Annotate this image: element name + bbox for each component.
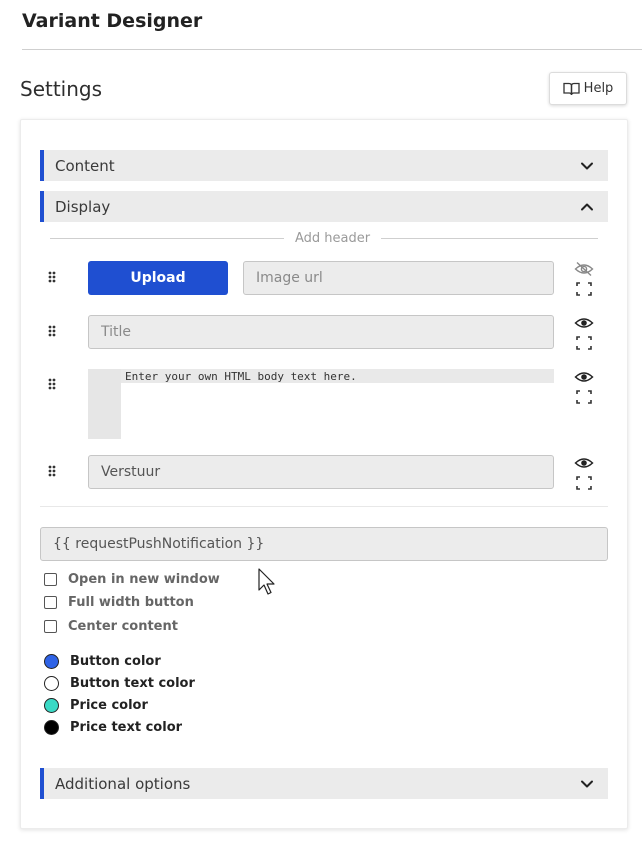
display-accordion-header[interactable]: Display [40, 191, 608, 222]
image-url-input[interactable] [243, 261, 554, 295]
button-text-input[interactable] [88, 455, 554, 489]
button-text-color-swatch[interactable] [44, 676, 59, 691]
button-color-label: Button color [70, 654, 161, 669]
center-content-label: Center content [68, 619, 178, 634]
price-text-color-label: Price text color [70, 720, 183, 735]
add-header-line-right [381, 238, 598, 239]
display-accordion-label: Display [55, 197, 111, 216]
full-width-button-checkbox[interactable] [44, 596, 57, 609]
section-divider [40, 506, 608, 507]
chevron-up-icon [581, 203, 593, 210]
drag-handle-icon[interactable] [48, 378, 56, 390]
html-body-editor[interactable]: Enter your own HTML body text here. [88, 369, 554, 439]
drag-handle-icon[interactable] [48, 325, 56, 337]
drag-handle-icon[interactable] [48, 465, 56, 477]
content-accordion-header[interactable]: Content [40, 150, 608, 181]
fullscreen-icon[interactable] [574, 475, 594, 491]
open-new-window-option[interactable]: Open in new window [44, 572, 220, 587]
fullscreen-icon[interactable] [574, 281, 594, 297]
chevron-down-icon [581, 780, 593, 787]
open-new-window-label: Open in new window [68, 572, 220, 587]
open-new-window-checkbox[interactable] [44, 573, 57, 586]
price-text-color-picker[interactable]: Price text color [44, 720, 182, 735]
settings-heading: Settings [20, 77, 103, 101]
content-accordion-label: Content [55, 156, 115, 175]
button-action-input[interactable] [40, 527, 608, 561]
eye-icon[interactable] [574, 369, 594, 385]
button-color-swatch[interactable] [44, 654, 59, 669]
full-width-button-option[interactable]: Full width button [44, 595, 194, 610]
button-text-color-label: Button text color [70, 676, 195, 691]
price-text-color-swatch[interactable] [44, 720, 59, 735]
upload-button[interactable]: Upload [88, 261, 228, 295]
body-placeholder-text: Enter your own HTML body text here. [125, 370, 357, 383]
eye-icon[interactable] [574, 315, 594, 331]
price-color-swatch[interactable] [44, 698, 59, 713]
button-color-picker[interactable]: Button color [44, 654, 161, 669]
chevron-down-icon [581, 162, 593, 169]
editor-gutter [88, 369, 121, 439]
eye-off-icon[interactable] [574, 261, 594, 277]
header-divider [22, 49, 642, 50]
add-header-line-left [50, 238, 284, 239]
center-content-option[interactable]: Center content [44, 619, 178, 634]
title-input[interactable] [88, 315, 554, 349]
additional-options-label: Additional options [55, 774, 191, 793]
fullscreen-icon[interactable] [574, 389, 594, 405]
help-button[interactable]: Help [549, 72, 627, 105]
button-text-color-picker[interactable]: Button text color [44, 676, 195, 691]
add-header-link[interactable]: Add header [284, 231, 381, 246]
center-content-checkbox[interactable] [44, 620, 57, 633]
price-color-label: Price color [70, 698, 148, 713]
additional-options-accordion-header[interactable]: Additional options [40, 768, 608, 799]
fullscreen-icon[interactable] [574, 335, 594, 351]
full-width-button-label: Full width button [68, 595, 194, 610]
mouse-cursor-icon [258, 568, 275, 595]
page-title: Variant Designer [22, 10, 203, 32]
help-label: Help [583, 81, 614, 96]
eye-icon[interactable] [574, 455, 594, 471]
book-icon [563, 82, 580, 95]
price-color-picker[interactable]: Price color [44, 698, 148, 713]
drag-handle-icon[interactable] [48, 271, 56, 283]
